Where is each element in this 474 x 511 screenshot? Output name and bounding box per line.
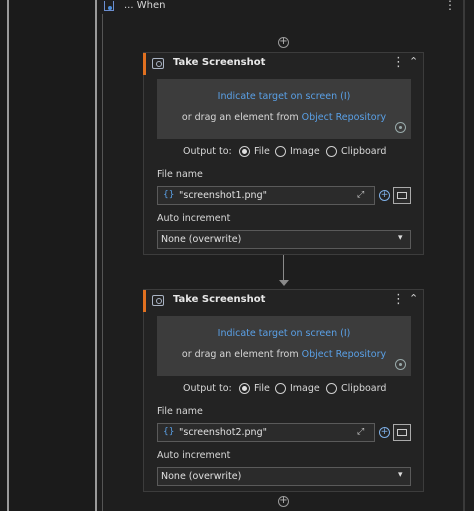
activity-title: Take Screenshot bbox=[173, 294, 266, 305]
left-panel bbox=[0, 0, 96, 511]
radio-clipboard[interactable] bbox=[326, 383, 337, 394]
activity-accent bbox=[143, 290, 146, 312]
add-variable-button[interactable]: + bbox=[379, 190, 390, 201]
collapse-icon[interactable]: ⌃ bbox=[409, 55, 418, 68]
file-name-label: File name bbox=[157, 406, 203, 417]
file-name-input[interactable]: {} "screenshot2.png" ⤢ bbox=[157, 423, 375, 442]
more-menu-icon[interactable]: ⋮ bbox=[444, 0, 456, 12]
drag-prefix: or drag an element from bbox=[181, 112, 302, 123]
sequence-arrow-head bbox=[279, 280, 289, 286]
radio-clipboard[interactable] bbox=[326, 146, 337, 157]
add-activity-button[interactable]: + bbox=[278, 37, 289, 48]
browse-folder-button[interactable] bbox=[393, 424, 411, 441]
indicate-target-link[interactable]: Indicate target on screen (I) bbox=[157, 328, 411, 339]
file-name-value: "screenshot1.png" bbox=[179, 190, 267, 201]
radio-clipboard-label: Clipboard bbox=[341, 383, 387, 394]
add-variable-button[interactable]: + bbox=[379, 427, 390, 438]
target-settings-icon[interactable] bbox=[395, 359, 406, 370]
radio-file[interactable] bbox=[239, 146, 250, 157]
take-screenshot-activity-2[interactable]: Take Screenshot ⋮ ⌃ Indicate target on s… bbox=[143, 289, 424, 492]
when-icon bbox=[104, 1, 114, 11]
radio-file-label: File bbox=[254, 383, 270, 394]
radio-file[interactable] bbox=[239, 383, 250, 394]
radio-clipboard-label: Clipboard bbox=[341, 146, 387, 157]
flow-connector bbox=[102, 14, 103, 511]
collapse-icon[interactable]: ⌃ bbox=[409, 292, 418, 305]
radio-image-label: Image bbox=[290, 146, 320, 157]
auto-increment-value: None (overwrite) bbox=[161, 471, 242, 482]
vertical-scrollbar[interactable] bbox=[463, 0, 465, 511]
activity-title: Take Screenshot bbox=[173, 57, 266, 68]
object-repository-link[interactable]: Object Repository bbox=[302, 349, 386, 360]
when-header[interactable]: ... When ⋮ bbox=[104, 0, 456, 14]
screenshot-icon bbox=[152, 295, 164, 306]
activity-menu-icon[interactable]: ⋮ bbox=[392, 55, 405, 70]
output-label: Output to: bbox=[183, 146, 232, 157]
expand-icon[interactable]: ⤢ bbox=[357, 190, 364, 200]
output-row: Output to: File Image Clipboard bbox=[144, 146, 425, 160]
indicate-target-link[interactable]: Indicate target on screen (I) bbox=[157, 91, 411, 102]
auto-increment-select[interactable]: None (overwrite) ▾ bbox=[157, 230, 411, 249]
file-name-input[interactable]: {} "screenshot1.png" ⤢ bbox=[157, 186, 375, 205]
activity-menu-icon[interactable]: ⋮ bbox=[392, 292, 405, 307]
expand-icon[interactable]: ⤢ bbox=[357, 427, 364, 437]
drag-element-text: or drag an element from Object Repositor… bbox=[157, 349, 411, 360]
object-repository-link[interactable]: Object Repository bbox=[302, 112, 386, 123]
auto-increment-label: Auto increment bbox=[157, 213, 231, 224]
activity-header[interactable]: Take Screenshot ⋮ ⌃ bbox=[143, 53, 423, 75]
chevron-down-icon: ▾ bbox=[398, 470, 403, 480]
radio-image[interactable] bbox=[275, 383, 286, 394]
output-label: Output to: bbox=[183, 383, 232, 394]
auto-increment-label: Auto increment bbox=[157, 450, 231, 461]
add-activity-button[interactable]: + bbox=[278, 496, 289, 507]
chevron-down-icon: ▾ bbox=[398, 233, 403, 243]
activity-header[interactable]: Take Screenshot ⋮ ⌃ bbox=[143, 290, 423, 312]
drag-element-text: or drag an element from Object Repositor… bbox=[157, 112, 411, 123]
file-name-label: File name bbox=[157, 169, 203, 180]
sequence-arrow-line bbox=[283, 255, 284, 283]
drag-prefix: or drag an element from bbox=[181, 349, 302, 360]
target-settings-icon[interactable] bbox=[395, 122, 406, 133]
take-screenshot-activity-1[interactable]: Take Screenshot ⋮ ⌃ Indicate target on s… bbox=[143, 52, 424, 255]
target-box[interactable]: Indicate target on screen (I) or drag an… bbox=[157, 316, 411, 376]
auto-increment-value: None (overwrite) bbox=[161, 234, 242, 245]
browse-folder-button[interactable] bbox=[393, 187, 411, 204]
screenshot-icon bbox=[152, 58, 164, 69]
radio-image[interactable] bbox=[275, 146, 286, 157]
when-label: ... When bbox=[124, 0, 166, 11]
target-box[interactable]: Indicate target on screen (I) or drag an… bbox=[157, 79, 411, 139]
output-row: Output to: File Image Clipboard bbox=[144, 383, 425, 397]
radio-file-label: File bbox=[254, 146, 270, 157]
activity-accent bbox=[143, 53, 146, 75]
file-name-value: "screenshot2.png" bbox=[179, 427, 267, 438]
expression-icon: {} bbox=[163, 427, 175, 437]
panel-divider bbox=[95, 0, 97, 511]
expression-icon: {} bbox=[163, 190, 175, 200]
left-divider bbox=[7, 0, 9, 511]
radio-image-label: Image bbox=[290, 383, 320, 394]
auto-increment-select[interactable]: None (overwrite) ▾ bbox=[157, 467, 411, 486]
